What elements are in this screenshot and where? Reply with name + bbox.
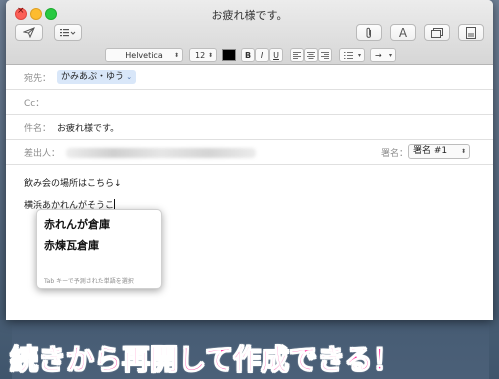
from-row: 差出人： 署名： 署名 #1 ⬍: [6, 140, 493, 165]
body-line-1: 飲み会の場所はこちら↓: [24, 179, 122, 189]
candidate-item[interactable]: 赤れんが倉庫: [44, 216, 110, 232]
cc-row[interactable]: Cc：: [6, 90, 493, 115]
list-style-select[interactable]: ▾: [339, 48, 365, 62]
photo-browser-button[interactable]: [424, 24, 450, 41]
paper-plane-icon: [23, 27, 35, 38]
text-caret: [114, 199, 116, 209]
to-recipient-name: かみあぷ・ゆう: [61, 72, 125, 82]
ime-candidate-window: 赤れんが倉庫 赤煉瓦倉庫 Tab キーで予測された単語を選択: [36, 209, 162, 289]
attach-button[interactable]: [356, 24, 382, 41]
from-address-blurred[interactable]: [66, 148, 256, 158]
to-recipient-chip[interactable]: かみあぷ・ゆう ⌄: [57, 70, 137, 84]
window-title: お疲れ様です。: [211, 9, 288, 22]
indent-icon: →: [375, 50, 382, 60]
stationery-button[interactable]: [458, 24, 484, 41]
send-button[interactable]: [15, 24, 43, 41]
align-right-icon: [321, 51, 329, 59]
chevron-down-icon: ▾: [388, 51, 392, 59]
subject-field[interactable]: お疲れ様です。: [57, 121, 119, 134]
italic-button[interactable]: I: [255, 48, 269, 62]
candidate-item[interactable]: 赤煉瓦倉庫: [44, 237, 99, 253]
chevron-down-icon: ▾: [357, 51, 361, 59]
title-bar: × お疲れ様です。 A Helvetica ⬍ 12 ⬍ B I U ▾ → ▾: [6, 0, 493, 65]
to-label: 宛先：: [24, 74, 52, 84]
format-bar: Helvetica ⬍ 12 ⬍ B I U ▾ → ▾: [6, 46, 493, 64]
text-color-swatch[interactable]: [222, 49, 236, 61]
bullet-list-icon: [344, 51, 353, 59]
list-icon: [60, 29, 76, 37]
signature-select[interactable]: 署名 #1 ⬍: [408, 144, 470, 159]
updown-arrow-icon: ⬍: [207, 51, 213, 59]
paperclip-icon: [366, 27, 371, 38]
font-family-value: Helvetica: [125, 50, 163, 60]
font-size-select[interactable]: 12 ⬍: [189, 48, 217, 62]
indent-select[interactable]: → ▾: [370, 48, 396, 62]
underline-button[interactable]: U: [269, 48, 283, 62]
candidate-hint: Tab キーで予測された単語を選択: [44, 278, 134, 285]
fonts-button[interactable]: A: [390, 24, 416, 41]
cc-label: Cc：: [24, 99, 45, 109]
signature-value: 署名 #1: [413, 146, 448, 156]
bold-button[interactable]: B: [241, 48, 255, 62]
font-family-select[interactable]: Helvetica ⬍: [105, 48, 183, 62]
align-center-button[interactable]: [304, 48, 318, 62]
stationery-icon: [466, 26, 476, 39]
subject-label: 件名：: [24, 124, 52, 134]
align-left-button[interactable]: [290, 48, 304, 62]
align-right-button[interactable]: [318, 48, 332, 62]
signature-label: 署名：: [381, 149, 409, 159]
header-fields-button[interactable]: [54, 24, 82, 41]
chevron-down-icon: ⌄: [124, 73, 133, 81]
updown-arrow-icon: ⬍: [173, 51, 179, 59]
from-label: 差出人：: [24, 149, 61, 159]
align-left-icon: [293, 51, 301, 59]
font-size-value: 12: [195, 50, 206, 60]
to-row: 宛先： かみあぷ・ゆう ⌄: [6, 65, 493, 90]
align-center-icon: [307, 51, 315, 59]
caption-banner: 続きから再開して作成できる！: [10, 343, 402, 377]
updown-arrow-icon: ⬍: [460, 148, 466, 155]
window-icon: [431, 27, 443, 38]
subject-row[interactable]: 件名： お疲れ様です。: [6, 115, 493, 140]
